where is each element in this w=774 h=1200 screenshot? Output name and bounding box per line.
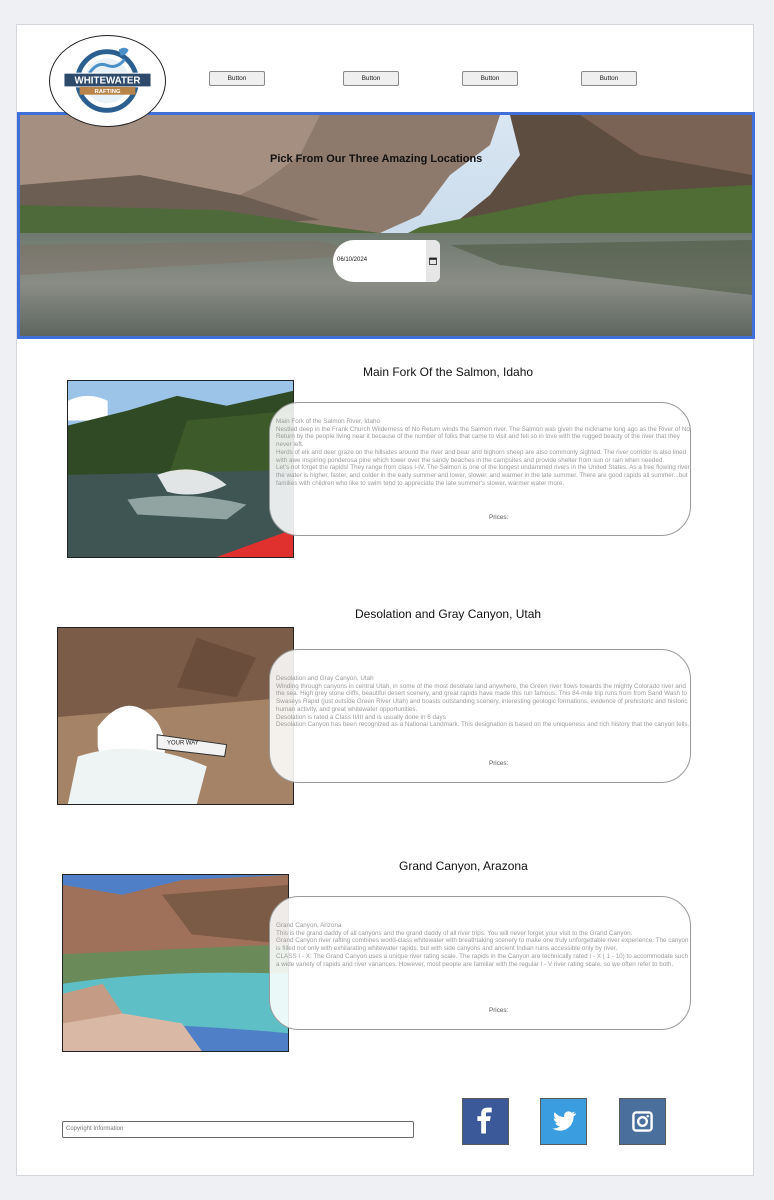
twitter-button[interactable] [540,1098,587,1145]
calendar-icon [429,257,437,265]
date-picker-input[interactable]: 06/10/2024 [333,240,440,282]
facebook-icon [477,1107,492,1134]
location-description-grand-canyon: Grand Canyon, Arizona This is the grand … [269,896,691,1030]
grand-canyon-photo [62,874,289,1052]
date-value[interactable]: 06/10/2024 [337,257,367,263]
facebook-button[interactable] [462,1098,509,1145]
nav-button-1[interactable]: Button [209,71,265,86]
hero-banner: Pick From Our Three Amazing Locations 06… [17,112,755,339]
location-title-salmon: Main Fork Of the Salmon, Idaho [363,365,534,379]
location-title-grand-canyon: Grand Canyon, Arazona [399,859,528,873]
salmon-river-photo [67,380,294,558]
svg-text:WHITEWATER: WHITEWATER [75,75,141,86]
desolation-canyon-photo: YOUR WAY [57,627,294,805]
nav-button-4[interactable]: Button [581,71,637,86]
twitter-icon [552,1111,577,1131]
copyright-input[interactable]: Copyright Information [62,1121,414,1138]
instagram-icon [632,1111,653,1132]
prices-label: Prices: [489,1007,509,1014]
nav-button-3[interactable]: Button [462,71,518,86]
location-description-salmon: Main Fork of the Salmon River, Idaho Nes… [269,402,691,536]
whitewater-rafting-logo[interactable]: WHITEWATER RAFTING [49,35,166,127]
canyon-river-image [20,115,752,336]
calendar-button[interactable] [426,240,440,282]
location-title-desolation: Desolation and Gray Canyon, Utah [355,607,542,621]
hero-title: Pick From Our Three Amazing Locations [270,153,483,165]
prices-label: Prices: [489,760,509,767]
instagram-button[interactable] [619,1098,666,1145]
location-description-desolation: Desolation and Gray Canyon, Utah Winding… [269,649,691,783]
page: WHITEWATER RAFTING Button Button Button … [16,24,755,1176]
svg-text:YOUR WAY: YOUR WAY [167,741,199,747]
svg-text:RAFTING: RAFTING [94,89,120,95]
logo-emblem-icon: WHITEWATER RAFTING [63,47,152,113]
nav-button-2[interactable]: Button [343,71,399,86]
prices-label: Prices: [489,514,509,521]
